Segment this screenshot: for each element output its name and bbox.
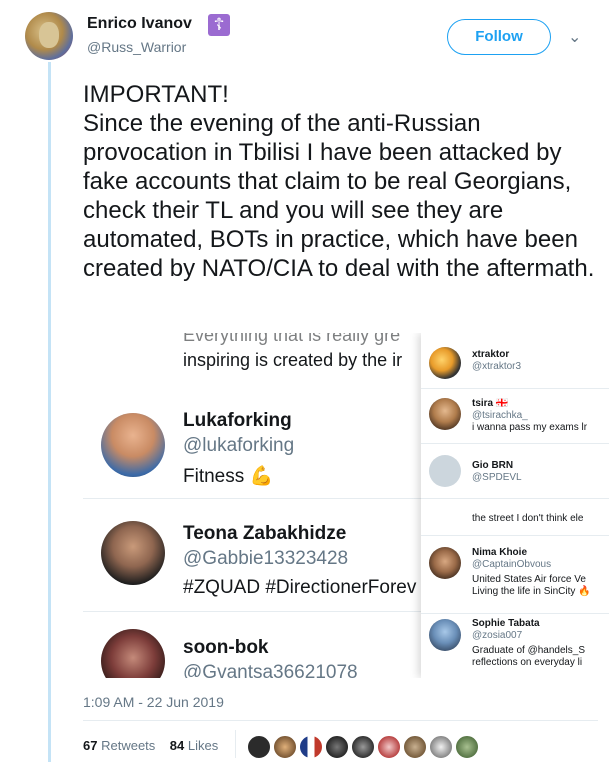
list-item[interactable]: soon-bok @Gvantsa36621078 xyxy=(83,617,423,678)
account-name: soon-bok xyxy=(183,637,269,658)
likes-stat[interactable]: 84 Likes xyxy=(170,738,218,753)
account-name: Lukaforking xyxy=(183,410,292,431)
author-handle[interactable]: @Russ_Warrior xyxy=(87,39,186,55)
orthodox-cross-icon: ☦ xyxy=(208,14,230,36)
list-item[interactable]: Lukaforking @lukaforking Fitness 💪 xyxy=(83,388,423,499)
tweet-text-line-2: Since the evening of the anti-Russian pr… xyxy=(83,110,595,282)
account-bio: Graduate of @handels_S xyxy=(472,645,586,656)
account-bio-line-2: Living the life in SinCity 🔥 xyxy=(472,586,591,597)
account-handle: @Gvantsa36621078 xyxy=(183,662,358,678)
avatar xyxy=(429,347,461,379)
account-handle: @SPDEVL xyxy=(472,472,522,483)
account-name: tsira 🇬🇪 xyxy=(472,398,509,409)
account-bio: #ZQUAD #DirectionerForev xyxy=(183,577,417,598)
account-name: Nima Khoie xyxy=(472,547,528,558)
account-handle: @lukaforking xyxy=(183,435,295,456)
list-item[interactable]: xtraktor @xtraktor3 xyxy=(421,333,609,389)
avatar[interactable] xyxy=(455,735,479,759)
account-handle: @zosia007 xyxy=(472,630,523,641)
divider xyxy=(235,730,236,758)
followers-panel: xtraktor @xtraktor3 tsira 🇬🇪 @tsirachka_… xyxy=(421,333,609,678)
chevron-down-icon[interactable]: ⌄ xyxy=(568,27,581,47)
author-avatar[interactable] xyxy=(25,12,73,60)
avatar[interactable] xyxy=(351,735,375,759)
account-handle: @CaptainObvous xyxy=(472,559,552,570)
retweets-label: Retweets xyxy=(101,738,156,753)
account-bio: United States Air force Ve xyxy=(472,574,586,585)
account-bio: i wanna pass my exams lr xyxy=(472,422,588,433)
follow-button[interactable]: Follow xyxy=(447,19,551,55)
likes-label: Likes xyxy=(187,738,219,753)
embedded-screenshot[interactable]: Everything that is really gre inspiring … xyxy=(83,333,609,678)
divider xyxy=(83,720,598,721)
list-item[interactable]: the street I don't think ele xyxy=(421,498,609,536)
avatar[interactable] xyxy=(273,735,297,759)
account-handle: @Gabbie13323428 xyxy=(183,548,349,569)
list-item[interactable]: Sophie Tabata @zosia007 Graduate of @han… xyxy=(421,613,609,678)
account-bio-line-2: reflections on everyday li xyxy=(472,657,583,668)
retweets-stat[interactable]: 67 Retweets xyxy=(83,738,155,753)
avatar xyxy=(429,398,461,430)
list-item[interactable]: tsira 🇬🇪 @tsirachka_ i wanna pass my exa… xyxy=(421,388,609,444)
likes-count: 84 xyxy=(169,738,185,753)
engagement-stats: 67 Retweets 84 Likes xyxy=(83,738,218,753)
account-name: Sophie Tabata xyxy=(472,618,540,629)
list-item[interactable]: Nima Khoie @CaptainObvous United States … xyxy=(421,535,609,614)
account-name: Gio BRN xyxy=(472,460,514,471)
embed-partial-text: Everything that is really gre xyxy=(183,333,401,345)
avatar[interactable] xyxy=(377,735,401,759)
account-name: Teona Zabakhidze xyxy=(183,523,347,544)
avatar[interactable] xyxy=(429,735,453,759)
avatar[interactable] xyxy=(247,735,271,759)
avatar[interactable] xyxy=(325,735,349,759)
thread-line xyxy=(48,62,51,762)
avatar[interactable] xyxy=(403,735,427,759)
avatar xyxy=(101,413,165,477)
list-item[interactable]: Gio BRN @SPDEVL xyxy=(421,443,609,499)
account-bio: the street I don't think ele xyxy=(472,513,584,524)
author-name[interactable]: Enrico Ivanov xyxy=(87,15,192,33)
avatar[interactable] xyxy=(299,735,323,759)
retweets-count: 67 xyxy=(83,738,98,753)
account-bio: Fitness 💪 xyxy=(183,466,274,487)
avatar xyxy=(429,547,461,579)
tweet-timestamp[interactable]: 1:09 AM - 22 Jun 2019 xyxy=(83,694,224,710)
tweet-text: IMPORTANT! Since the evening of the anti… xyxy=(83,80,598,283)
account-name: xtraktor xyxy=(472,349,510,360)
avatar xyxy=(429,619,461,651)
account-handle: @tsirachka_ xyxy=(472,410,528,421)
account-handle: @xtraktor3 xyxy=(472,361,522,372)
list-item[interactable]: Teona Zabakhidze @Gabbie13323428 #ZQUAD … xyxy=(83,501,423,612)
tweet-text-line-1: IMPORTANT! xyxy=(83,81,229,108)
avatar xyxy=(101,521,165,585)
embed-bio-text: inspiring is created by the ir xyxy=(183,350,403,370)
default-avatar-icon xyxy=(429,455,461,487)
avatar xyxy=(101,629,165,678)
